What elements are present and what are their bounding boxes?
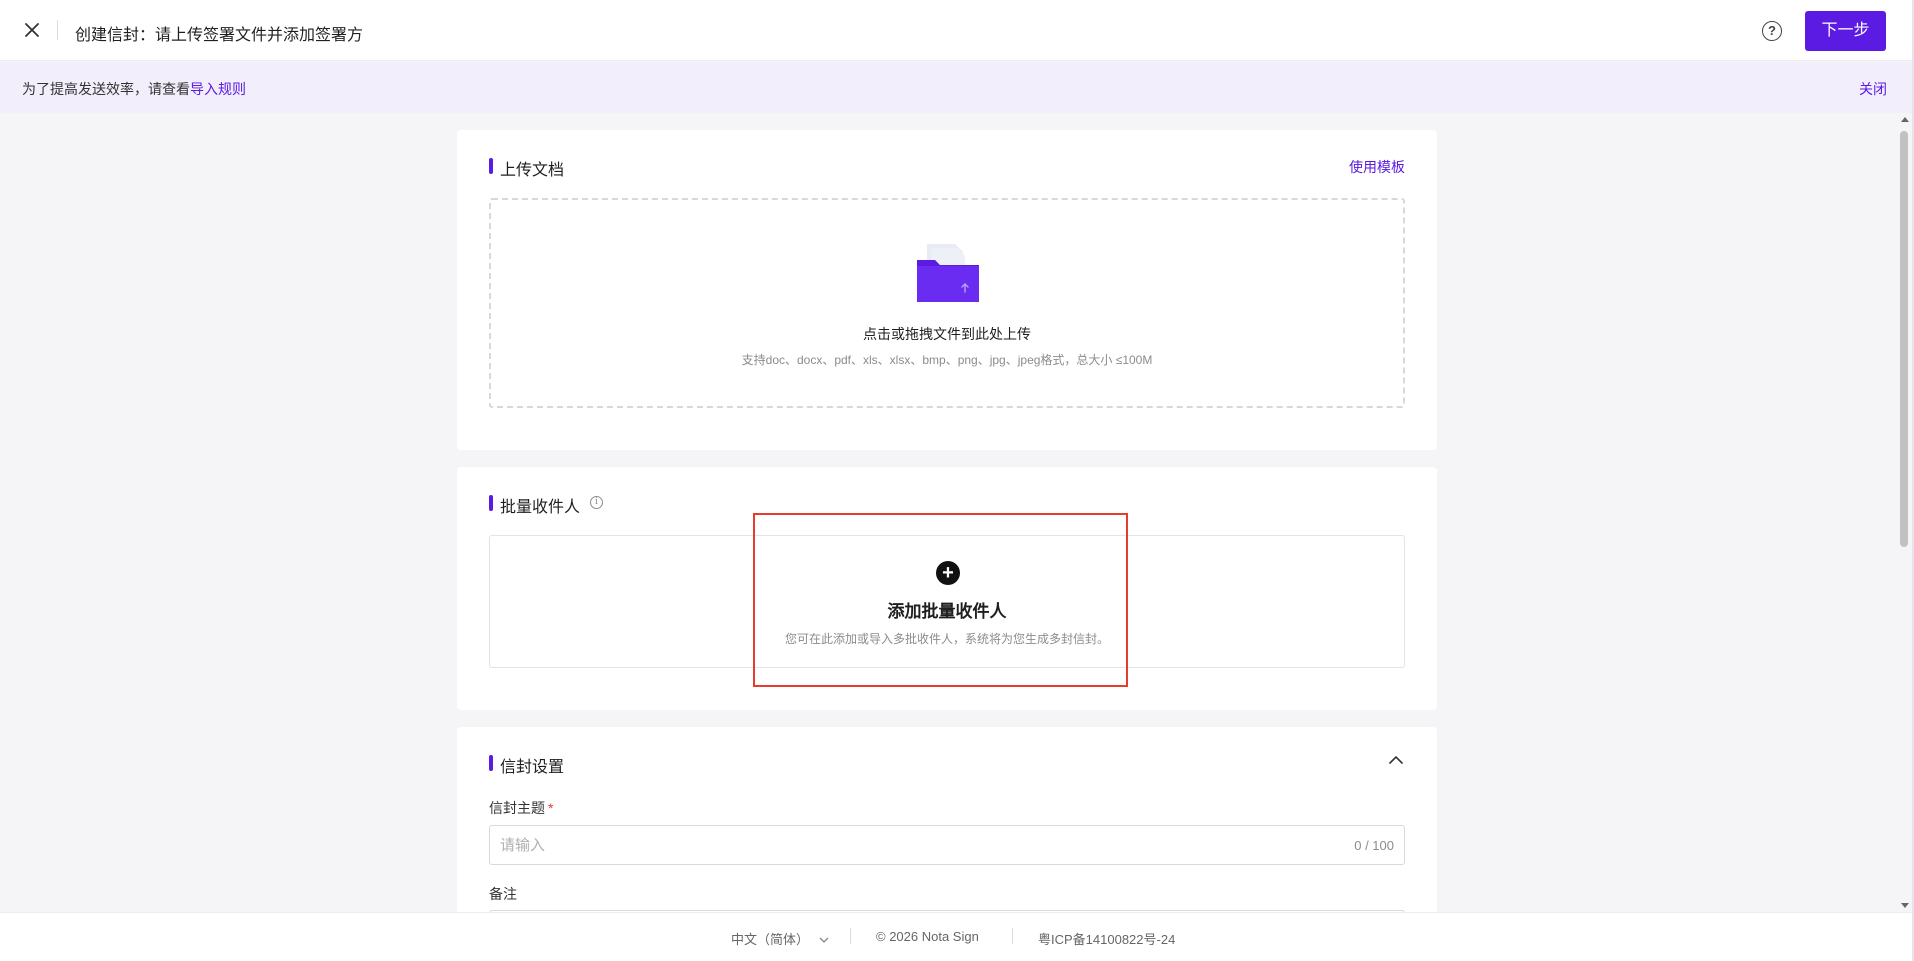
settings-section-title: 信封设置	[489, 753, 564, 777]
icp-record-link[interactable]: 粤ICP备14100822号-24	[1038, 929, 1175, 948]
notice-banner: 为了提高发送效率，请查看导入规则 关闭	[0, 62, 1914, 113]
chevron-down-icon	[819, 932, 829, 947]
add-batch-recipients-area[interactable]: + 添加批量收件人 您可在此添加或导入多批收件人，系统将为您生成多封信封。	[489, 535, 1405, 668]
subject-label-text: 信封主题	[489, 800, 545, 816]
title-divider	[57, 20, 58, 40]
footer-divider	[850, 928, 851, 944]
copyright-text: © 2026 Nota Sign	[876, 929, 979, 944]
import-rules-link[interactable]: 导入规则	[190, 81, 246, 97]
scroll-up-arrow-icon[interactable]	[1901, 117, 1909, 122]
upload-format-hint: 支持doc、docx、pdf、xls、xlsx、bmp、png、jpg、jpeg…	[741, 353, 1153, 367]
notice-close-link[interactable]: 关闭	[1859, 79, 1887, 99]
use-template-link[interactable]: 使用模板	[1349, 157, 1405, 177]
upload-dropzone[interactable]: 点击或拖拽文件到此处上传 支持doc、docx、pdf、xls、xlsx、bmp…	[489, 198, 1405, 408]
notice-text: 为了提高发送效率，请查看	[22, 81, 190, 97]
scrollbar-thumb[interactable]	[1900, 131, 1908, 547]
subject-input[interactable]	[500, 826, 1320, 864]
language-label: 中文（简体）	[731, 932, 810, 947]
batch-recipients-card: 批量收件人 i + 添加批量收件人 您可在此添加或导入多批收件人，系统将为您生成…	[457, 467, 1437, 710]
footer: 中文（简体） © 2026 Nota Sign 粤ICP备14100822号-2…	[0, 912, 1914, 961]
plus-circle-icon[interactable]: +	[936, 561, 960, 585]
info-icon[interactable]: i	[590, 496, 603, 509]
add-batch-recipients-title: 添加批量收件人	[887, 602, 1007, 621]
close-icon[interactable]	[20, 18, 44, 42]
top-bar: 创建信封：请上传签署文件并添加签署方 ? 下一步	[0, 0, 1914, 61]
notice-message: 为了提高发送效率，请查看导入规则	[22, 79, 246, 99]
upload-document-card: 上传文档 使用模板 点击或拖拽文件到此处上传 支持doc、docx、pdf、xl…	[457, 130, 1437, 450]
help-icon[interactable]: ?	[1762, 21, 1782, 41]
add-batch-recipients-hint: 您可在此添加或导入多批收件人，系统将为您生成多封信封。	[784, 632, 1109, 646]
upload-main-text: 点击或拖拽文件到此处上传	[863, 326, 1031, 342]
subject-label: 信封主题 *	[489, 798, 553, 818]
folder-upload-icon	[915, 240, 981, 304]
next-step-button[interactable]: 下一步	[1805, 11, 1886, 51]
subject-input-box: 0 / 100	[489, 825, 1405, 865]
subject-char-counter: 0 / 100	[1354, 838, 1394, 853]
footer-divider	[1012, 928, 1013, 944]
batch-section-title: 批量收件人	[489, 493, 580, 517]
scroll-down-arrow-icon[interactable]	[1901, 903, 1909, 908]
remark-label: 备注	[489, 886, 517, 902]
required-mark: *	[548, 800, 554, 816]
language-selector[interactable]: 中文（简体）	[731, 929, 829, 948]
collapse-chevron-up-icon[interactable]	[1387, 751, 1405, 769]
page-title: 创建信封：请上传签署文件并添加签署方	[75, 27, 364, 44]
upload-section-title: 上传文档	[489, 156, 564, 180]
